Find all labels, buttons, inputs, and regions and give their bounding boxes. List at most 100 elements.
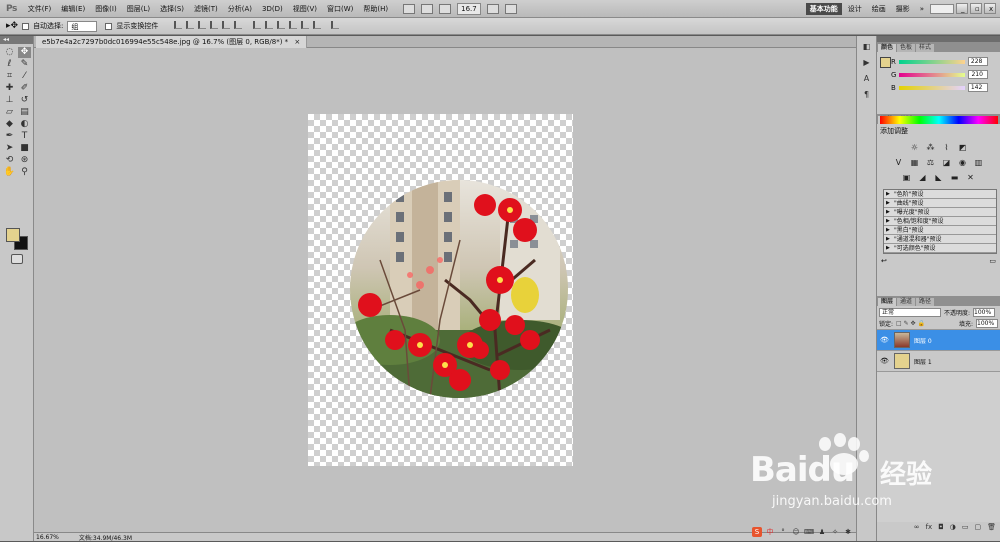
move-tool-icon[interactable]: ✥ [18, 47, 31, 58]
zoom-tool-icon[interactable]: ⚲ [18, 167, 31, 178]
green-slider[interactable] [899, 72, 966, 77]
auto-select-dropdown[interactable]: 组 [67, 20, 98, 32]
selective-color-icon[interactable]: ✕ [965, 172, 976, 183]
healing-brush-icon[interactable]: ✚ [3, 83, 16, 94]
layer-row-0[interactable]: 👁 图层 0 [877, 330, 1000, 351]
preset-hue-saturation[interactable]: "色相/饱和度"预设 [884, 217, 996, 226]
levels-icon[interactable]: ⁂ [925, 142, 936, 153]
black-white-icon[interactable]: ◪ [941, 157, 952, 168]
red-slider[interactable] [898, 59, 965, 64]
ime-mode-icon[interactable]: 中 [765, 527, 775, 537]
workspace-essentials[interactable]: 基本功能 [805, 2, 842, 15]
return-icon[interactable]: ↩ [881, 257, 887, 265]
eraser-tool-icon[interactable]: ▱ [3, 107, 16, 118]
invert-icon[interactable]: ▣ [901, 172, 912, 183]
quick-select-tool-icon[interactable]: ✎ [18, 59, 31, 70]
close-tab-button[interactable]: × [294, 38, 300, 46]
menu-image[interactable]: 图像(I) [90, 0, 122, 18]
path-select-icon[interactable]: ➤ [3, 143, 16, 154]
ime-skin-icon[interactable]: ✧ [830, 527, 840, 537]
ime-user-icon[interactable]: ♟ [817, 527, 827, 537]
blue-slider[interactable] [898, 85, 965, 90]
ime-emoji-icon[interactable]: ☺ [791, 527, 801, 537]
sogou-logo-icon[interactable]: S [752, 527, 762, 537]
tab-color[interactable]: 颜色 [878, 44, 897, 52]
menu-select[interactable]: 选择(S) [155, 0, 189, 18]
blur-tool-icon[interactable]: ◆ [3, 119, 16, 130]
workspace-photography[interactable]: 摄影 [892, 3, 914, 15]
arrange-documents-icon[interactable] [486, 3, 499, 14]
workspace-painting[interactable]: 绘画 [868, 3, 890, 15]
tools-panel-header[interactable]: ◂◂ [0, 36, 33, 44]
align-left-icon[interactable] [210, 21, 219, 29]
align-bottom-icon[interactable] [198, 21, 207, 29]
distribute-bottom-icon[interactable] [276, 21, 285, 29]
lock-icons[interactable]: □ ✎ ✥ 🔒 [896, 320, 925, 327]
preset-selective-color[interactable]: "可选颜色"预设 [884, 244, 996, 253]
ime-settings-icon[interactable]: ✱ [843, 527, 853, 537]
tab-swatches[interactable]: 色板 [897, 44, 916, 52]
add-mask-icon[interactable]: ◘ [938, 523, 944, 531]
history-panel-icon[interactable]: ◧ [861, 42, 873, 52]
3d-rotate-icon[interactable]: ⟲ [3, 155, 16, 166]
canvas-area[interactable] [34, 48, 856, 532]
new-adjustment-icon[interactable]: ◑ [950, 523, 956, 531]
menu-file[interactable]: 文件(F) [23, 0, 57, 18]
preset-black-white[interactable]: "黑白"预设 [884, 226, 996, 235]
distribute-top-icon[interactable] [252, 21, 261, 29]
character-panel-icon[interactable]: A [861, 74, 873, 84]
link-layers-icon[interactable]: ∞ [914, 523, 920, 531]
dodge-tool-icon[interactable]: ◐ [18, 119, 31, 130]
photo-filter-icon[interactable]: ◉ [957, 157, 968, 168]
search-field[interactable] [930, 3, 954, 14]
layer-style-icon[interactable]: fx [926, 523, 933, 531]
color-balance-icon[interactable]: ⚖ [925, 157, 936, 168]
menu-window[interactable]: 窗口(W) [322, 0, 358, 18]
menu-help[interactable]: 帮助(H) [358, 0, 393, 18]
paragraph-panel-icon[interactable]: ¶ [861, 90, 873, 100]
menu-analysis[interactable]: 分析(A) [223, 0, 257, 18]
layer-row-1[interactable]: 👁 图层 1 [877, 351, 1000, 372]
ime-keyboard-icon[interactable]: ⌨ [804, 527, 814, 537]
distribute-left-icon[interactable] [288, 21, 297, 29]
curves-icon[interactable]: ⌇ [941, 142, 952, 153]
align-right-icon[interactable] [234, 21, 243, 29]
menu-edit[interactable]: 编辑(E) [56, 0, 90, 18]
pen-tool-icon[interactable]: ✒ [3, 131, 16, 142]
preset-exposure[interactable]: "曝光度"预设 [884, 208, 996, 217]
menu-view[interactable]: 视图(V) [288, 0, 322, 18]
lasso-tool-icon[interactable]: ℓ [3, 59, 16, 70]
brightness-contrast-icon[interactable]: ☼ [909, 142, 920, 153]
panel-options-icon[interactable]: ▭ [989, 257, 996, 265]
document-tab[interactable]: e5b7e4a2c7297b0dc016994e55c548e.jpg @ 16… [36, 36, 308, 48]
crop-tool-icon[interactable]: ⌗ [3, 71, 16, 82]
foreground-color-swatch[interactable] [6, 228, 20, 242]
actions-panel-icon[interactable]: ▶ [861, 58, 873, 68]
preset-curves[interactable]: "曲线"预设 [884, 199, 996, 208]
tab-channels[interactable]: 通道 [897, 298, 916, 306]
3d-orbit-icon[interactable]: ⊛ [18, 155, 31, 166]
eyedropper-tool-icon[interactable]: ⁄ [18, 71, 31, 82]
blend-mode-dropdown[interactable]: 正常 [879, 307, 941, 317]
launch-bridge-icon[interactable] [403, 3, 416, 14]
auto-align-icon[interactable] [330, 21, 339, 29]
preset-channel-mixer[interactable]: "通道混和器"预设 [884, 235, 996, 244]
fill-input[interactable]: 100% [976, 319, 998, 328]
green-value-input[interactable]: 210 [968, 70, 989, 79]
align-hcenter-icon[interactable] [222, 21, 231, 29]
color-spectrum-bar[interactable] [880, 116, 998, 124]
align-top-icon[interactable] [174, 21, 183, 29]
distribute-vcenter-icon[interactable] [264, 21, 273, 29]
launch-mini-bridge-icon[interactable] [421, 3, 434, 14]
menu-layer[interactable]: 图层(L) [122, 0, 155, 18]
type-tool-icon[interactable]: T [18, 131, 31, 142]
zoom-readout[interactable]: 16.67% [36, 534, 59, 541]
close-window-button[interactable]: x [984, 3, 996, 14]
shape-tool-icon[interactable]: ■ [18, 143, 31, 154]
document-canvas[interactable] [308, 114, 573, 466]
move-tool-preset-icon[interactable]: ▸✥ [6, 21, 18, 31]
auto-select-checkbox[interactable] [22, 22, 30, 30]
hue-saturation-icon[interactable]: ▦ [909, 157, 920, 168]
history-brush-icon[interactable]: ↺ [18, 95, 31, 106]
red-value-input[interactable]: 228 [967, 57, 988, 66]
